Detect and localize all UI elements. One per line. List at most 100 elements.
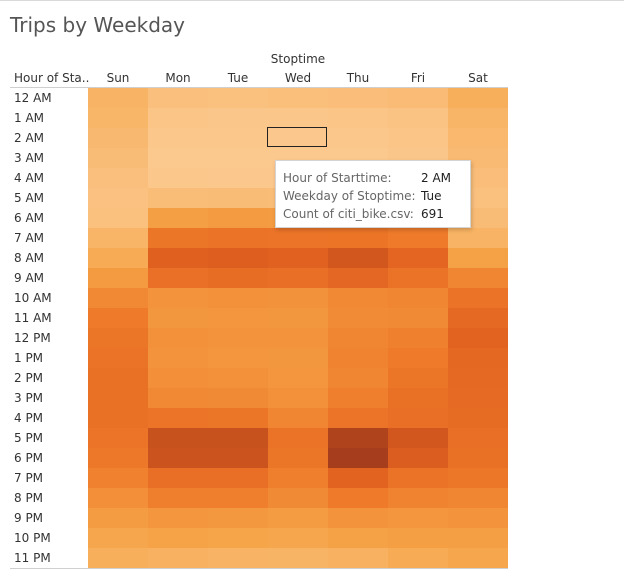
heatmap-cell[interactable] bbox=[328, 548, 388, 568]
heatmap-cell[interactable] bbox=[148, 268, 208, 288]
heatmap-cell[interactable] bbox=[208, 228, 268, 248]
heatmap-cell[interactable] bbox=[388, 428, 448, 448]
heatmap-cell[interactable] bbox=[388, 288, 448, 308]
heatmap-cell[interactable] bbox=[208, 488, 268, 508]
heatmap-cell[interactable] bbox=[88, 108, 148, 128]
heatmap-cell[interactable] bbox=[388, 228, 448, 248]
heatmap-cell[interactable] bbox=[148, 468, 208, 488]
heatmap-cell[interactable] bbox=[388, 88, 448, 108]
heatmap-cell[interactable] bbox=[268, 88, 328, 108]
heatmap-cell[interactable] bbox=[268, 528, 328, 548]
heatmap-cell[interactable] bbox=[388, 528, 448, 548]
heatmap-cell[interactable] bbox=[268, 408, 328, 428]
heatmap-cell[interactable] bbox=[88, 508, 148, 528]
heatmap-cell[interactable] bbox=[448, 428, 508, 448]
heatmap-cell[interactable] bbox=[328, 328, 388, 348]
heatmap-cell[interactable] bbox=[148, 428, 208, 448]
heatmap-cell[interactable] bbox=[148, 408, 208, 428]
row-header[interactable]: Hour of Sta.. bbox=[14, 71, 89, 85]
heatmap-cell[interactable] bbox=[148, 168, 208, 188]
heatmap-cell[interactable] bbox=[88, 228, 148, 248]
heatmap-cell[interactable] bbox=[208, 408, 268, 428]
heatmap-cell[interactable] bbox=[148, 108, 208, 128]
heatmap-cell[interactable] bbox=[148, 448, 208, 468]
heatmap-cell[interactable] bbox=[208, 548, 268, 568]
heatmap-cell[interactable] bbox=[148, 208, 208, 228]
heatmap-cell[interactable] bbox=[148, 488, 208, 508]
heatmap-cell[interactable] bbox=[88, 148, 148, 168]
heatmap-cell[interactable] bbox=[148, 188, 208, 208]
heatmap-cell[interactable] bbox=[448, 128, 508, 148]
heatmap-cell[interactable] bbox=[388, 308, 448, 328]
heatmap-cell[interactable] bbox=[268, 448, 328, 468]
heatmap-cell[interactable] bbox=[88, 268, 148, 288]
heatmap-cell[interactable] bbox=[268, 548, 328, 568]
heatmap-cell[interactable] bbox=[268, 468, 328, 488]
heatmap-cell[interactable] bbox=[88, 288, 148, 308]
heatmap-cell[interactable] bbox=[328, 248, 388, 268]
heatmap-cell[interactable] bbox=[388, 128, 448, 148]
heatmap-cell[interactable] bbox=[448, 388, 508, 408]
heatmap-cell[interactable] bbox=[328, 468, 388, 488]
heatmap-cell[interactable] bbox=[88, 168, 148, 188]
heatmap-cell[interactable] bbox=[88, 328, 148, 348]
heatmap-cell[interactable] bbox=[328, 308, 388, 328]
heatmap-cell[interactable] bbox=[148, 368, 208, 388]
heatmap-cell[interactable] bbox=[388, 488, 448, 508]
heatmap-cell[interactable] bbox=[208, 188, 268, 208]
heatmap-cell[interactable] bbox=[388, 348, 448, 368]
heatmap-cell[interactable] bbox=[148, 528, 208, 548]
heatmap-cell[interactable] bbox=[268, 488, 328, 508]
heatmap-cell[interactable] bbox=[448, 488, 508, 508]
heatmap-cell[interactable] bbox=[268, 428, 328, 448]
heatmap-cell[interactable] bbox=[148, 328, 208, 348]
heatmap-cell[interactable] bbox=[448, 548, 508, 568]
heatmap-cell[interactable] bbox=[328, 88, 388, 108]
heatmap-cell[interactable] bbox=[328, 388, 388, 408]
heatmap-cell[interactable] bbox=[88, 528, 148, 548]
heatmap-cell[interactable] bbox=[88, 448, 148, 468]
heatmap-cell[interactable] bbox=[448, 108, 508, 128]
heatmap-cell[interactable] bbox=[208, 288, 268, 308]
heatmap-cell[interactable] bbox=[148, 548, 208, 568]
heatmap-cell[interactable] bbox=[88, 488, 148, 508]
heatmap-cell[interactable] bbox=[208, 428, 268, 448]
heatmap-cell[interactable] bbox=[328, 448, 388, 468]
heatmap-cell[interactable] bbox=[388, 468, 448, 488]
heatmap-cell[interactable] bbox=[268, 288, 328, 308]
heatmap-cell[interactable] bbox=[88, 428, 148, 448]
heatmap-cell[interactable] bbox=[88, 388, 148, 408]
heatmap-cell[interactable] bbox=[208, 248, 268, 268]
heatmap-cell[interactable] bbox=[148, 88, 208, 108]
heatmap-cell[interactable] bbox=[448, 308, 508, 328]
heatmap-cell[interactable] bbox=[448, 368, 508, 388]
heatmap-cell[interactable] bbox=[268, 388, 328, 408]
heatmap-cell[interactable] bbox=[328, 508, 388, 528]
heatmap-cell[interactable] bbox=[328, 268, 388, 288]
heatmap-cell[interactable] bbox=[448, 508, 508, 528]
heatmap-cell[interactable] bbox=[388, 108, 448, 128]
heatmap-cell[interactable] bbox=[448, 448, 508, 468]
heatmap-cell[interactable] bbox=[328, 108, 388, 128]
heatmap-cell[interactable] bbox=[388, 268, 448, 288]
heatmap-cell[interactable] bbox=[208, 448, 268, 468]
heatmap-cell[interactable] bbox=[448, 228, 508, 248]
heatmap-cell[interactable] bbox=[148, 248, 208, 268]
heatmap-cell[interactable] bbox=[388, 508, 448, 528]
heatmap-cell[interactable] bbox=[328, 408, 388, 428]
heatmap-cell[interactable] bbox=[388, 408, 448, 428]
heatmap-cell[interactable] bbox=[208, 468, 268, 488]
heatmap-cell[interactable] bbox=[208, 208, 268, 228]
heatmap-cell[interactable] bbox=[88, 408, 148, 428]
heatmap-cell[interactable] bbox=[208, 88, 268, 108]
heatmap-cell[interactable] bbox=[388, 248, 448, 268]
heatmap-cell[interactable] bbox=[208, 168, 268, 188]
heatmap-cell[interactable] bbox=[388, 448, 448, 468]
heatmap-cell[interactable] bbox=[328, 528, 388, 548]
heatmap-cell[interactable] bbox=[388, 548, 448, 568]
heatmap-cell[interactable] bbox=[268, 508, 328, 528]
heatmap-cell[interactable] bbox=[448, 88, 508, 108]
heatmap-cell[interactable] bbox=[208, 368, 268, 388]
heatmap-cell[interactable] bbox=[88, 348, 148, 368]
heatmap-cell[interactable] bbox=[208, 508, 268, 528]
